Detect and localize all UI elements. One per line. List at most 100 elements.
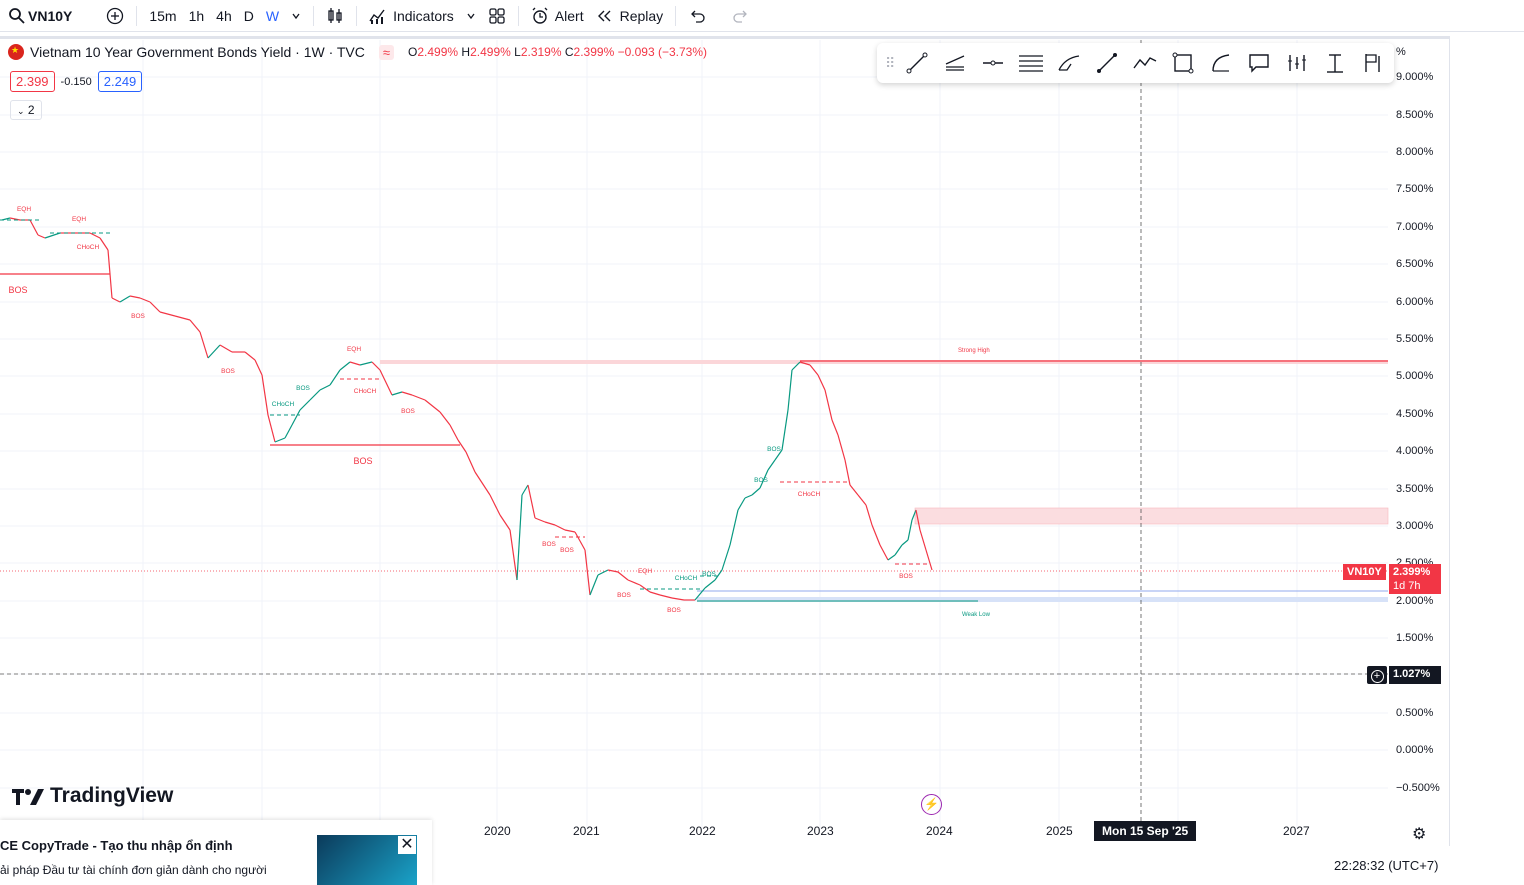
- redo-button[interactable]: [726, 0, 756, 32]
- indicators-dropdown[interactable]: [460, 0, 482, 32]
- flag-icon[interactable]: [1359, 49, 1387, 77]
- interval-w[interactable]: W: [260, 0, 285, 32]
- price-bar: [424, 399, 441, 413]
- price-bar: [617, 571, 629, 581]
- price-bar: [521, 484, 529, 496]
- undo-button[interactable]: [682, 0, 712, 32]
- price-bar: [189, 319, 201, 333]
- price-bar: [574, 531, 586, 551]
- time-axis-tick: 2021: [573, 824, 600, 838]
- divider: [313, 5, 315, 26]
- price-bar: [767, 459, 776, 471]
- bars-pattern-icon[interactable]: [1283, 49, 1311, 77]
- crosshair-add-button[interactable]: +: [1367, 666, 1387, 684]
- path-icon[interactable]: [1131, 49, 1159, 77]
- price-bar: [44, 232, 61, 239]
- price-axis-tick: 8.000%: [1396, 146, 1434, 158]
- price-bar: [99, 237, 109, 251]
- price-chart[interactable]: Strong High Weak Low EQH EQH CHoCH BOS BOS BO…: [0, 40, 1450, 840]
- price-bar: [319, 384, 331, 391]
- structure-label-eqh: EQH: [347, 346, 361, 353]
- price-bar: [379, 369, 393, 396]
- price-bar: [111, 297, 121, 303]
- interval-dropdown[interactable]: [285, 0, 307, 32]
- bar-countdown-tag: 1d 7h: [1389, 578, 1441, 594]
- series-settings-icon[interactable]: ≈: [378, 44, 395, 60]
- price-axis-tick: 5.500%: [1396, 333, 1434, 345]
- price-bar: [299, 399, 311, 411]
- price-axis-tick: 2.000%: [1396, 595, 1434, 607]
- price-bar: [139, 297, 151, 303]
- price-bar: [781, 409, 789, 451]
- axis-settings-gear-icon[interactable]: ⚙: [1412, 824, 1426, 844]
- price-bar: [449, 424, 459, 441]
- interval-d[interactable]: D: [238, 0, 260, 32]
- chevron-down-icon: ⌄: [17, 106, 25, 116]
- arrow-line-icon[interactable]: [1093, 49, 1121, 77]
- structure-label-eqh: EQH: [72, 216, 86, 223]
- interval-4h[interactable]: 4h: [210, 0, 238, 32]
- alert-label: Alert: [554, 7, 584, 24]
- parallel-lines-icon[interactable]: [1017, 49, 1045, 77]
- tradingview-logo[interactable]: TradingView: [12, 784, 173, 808]
- symbol-search[interactable]: VN10Y: [0, 0, 78, 32]
- price-bar: [199, 331, 209, 359]
- price-bar: [509, 529, 518, 581]
- price-bar: [267, 414, 276, 443]
- structure-label-bos: BOS: [754, 477, 768, 484]
- divider: [517, 5, 519, 26]
- structure-label-bos: BOS: [542, 541, 556, 548]
- price-bar: [907, 519, 913, 541]
- replay-button[interactable]: Replay: [590, 0, 670, 32]
- buy-price-box[interactable]: 2.249: [97, 71, 143, 92]
- curve-icon[interactable]: [1207, 49, 1235, 77]
- economic-event-icon[interactable]: ⚡: [921, 794, 942, 815]
- ad-banner[interactable]: CE CopyTrade - Tạo thu nhập ổn định ải p…: [0, 820, 432, 885]
- price-bar: [465, 451, 476, 473]
- tradingview-logo-icon: [12, 789, 44, 805]
- close-icon[interactable]: ✕: [398, 836, 416, 854]
- ad-title[interactable]: CE CopyTrade - Tạo thu nhập ổn định: [0, 838, 233, 853]
- sell-price-box[interactable]: 2.399: [10, 71, 55, 92]
- indicators-collapse-button[interactable]: ⌄ 2: [10, 100, 42, 120]
- alert-button[interactable]: Alert: [525, 0, 590, 32]
- compare-symbol-button[interactable]: [100, 0, 130, 32]
- indicators-button[interactable]: Indicators: [363, 0, 460, 32]
- structure-label-bos: BOS: [401, 408, 415, 415]
- chart-type-button[interactable]: [320, 0, 350, 32]
- layouts-button[interactable]: [482, 0, 512, 32]
- time-axis-tick: 2024: [926, 824, 953, 838]
- interval-1h[interactable]: 1h: [183, 0, 211, 32]
- horizontal-line-icon[interactable]: [979, 49, 1007, 77]
- time-axis-tick: 2027: [1283, 824, 1310, 838]
- price-bar: [704, 579, 716, 589]
- symbol-price-tag: VN10Y: [1343, 564, 1386, 580]
- add-circle-icon: [107, 7, 124, 24]
- ad-body: ải pháp Đầu tư tài chính đơn giản dành c…: [0, 863, 267, 877]
- rectangle-icon[interactable]: [1169, 49, 1197, 77]
- series-title[interactable]: Vietnam 10 Year Government Bonds Yield ·…: [30, 44, 365, 60]
- structure-label-bos: BOS: [702, 571, 716, 578]
- clock[interactable]: 22:28:32 (UTC+7): [1334, 858, 1438, 873]
- drawing-toolbar: ⠿: [877, 43, 1394, 83]
- price-bar: [516, 494, 523, 581]
- spread-value: -0.150: [60, 75, 92, 88]
- brush-icon[interactable]: [1055, 49, 1083, 77]
- interval-15m[interactable]: 15m: [143, 0, 182, 32]
- price-axis-partial-tick: %: [1396, 46, 1406, 58]
- price-bar: [887, 554, 896, 561]
- trend-line-icon[interactable]: [903, 49, 931, 77]
- price-bar: [894, 544, 903, 556]
- channel-icon[interactable]: [941, 49, 969, 77]
- price-bar: [401, 391, 413, 396]
- long-position-icon[interactable]: [1321, 49, 1349, 77]
- drag-handle-icon[interactable]: ⠿: [885, 55, 895, 72]
- structure-label-eqh: EQH: [638, 568, 652, 575]
- callout-icon[interactable]: [1245, 49, 1273, 77]
- structure-label-bos: BOS: [296, 385, 310, 392]
- price-axis-tick: 6.000%: [1396, 296, 1434, 308]
- price-bar: [729, 509, 739, 546]
- price-bar: [857, 494, 867, 506]
- price-bar: [901, 539, 909, 546]
- price-axis-tick: 5.000%: [1396, 370, 1434, 382]
